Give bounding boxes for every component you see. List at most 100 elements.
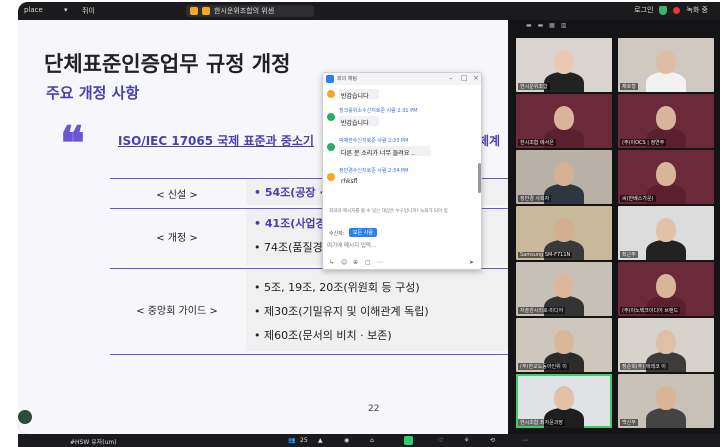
participant-name: 정만경 사회자 <box>518 195 552 202</box>
row-line: • 제30조(기밀유지 및 이해관계 독립) <box>254 305 429 318</box>
person-head <box>554 330 574 354</box>
participant-name: 정순희(주) 에레코 이 <box>620 363 668 370</box>
message-text: 반갑습니다 <box>341 93 369 100</box>
slide-heading: ISO/IEC 17065 국제 표준과 중소기 <box>118 134 314 148</box>
participant-count: 25 <box>300 437 308 444</box>
participant-name: 한시운위조합 <box>518 83 550 90</box>
video-tile[interactable]: (주)한교도동아인위 이 <box>516 318 612 372</box>
participant-name: (주)이노텍크이디어 브랜드 <box>620 307 681 314</box>
sender-name: 박채한수신지로준 사람 2:33 PM <box>339 138 409 144</box>
video-tile[interactable]: 채호형 <box>618 38 714 92</box>
refresh-icon[interactable]: ⟲ <box>490 437 495 444</box>
chat-window[interactable]: 회의 채팅 – □ × 반갑습니다 힐크롤위소수신지로준 사람 2:31 PM … <box>322 72 482 270</box>
divider <box>110 354 508 355</box>
app-label[interactable]: place <box>24 6 43 14</box>
row-line: • 74조(품질경 <box>254 241 323 254</box>
avatar <box>327 173 335 181</box>
participant-name: 자슬관시리로-미디어 <box>518 307 566 314</box>
participant-name: (주)한교도동아인위 이 <box>518 363 569 370</box>
sender-name: 힐크롤위소수신지로준 사람 2:31 PM <box>339 108 418 114</box>
participants-icon[interactable]: 👥 <box>288 437 295 444</box>
tab-label: 한시운위조합의 위센 <box>214 7 275 15</box>
reaction-icon[interactable]: ♡ <box>438 437 443 444</box>
close-icon[interactable]: × <box>473 74 479 82</box>
profile-label[interactable]: 쥐이 <box>82 6 95 16</box>
window-frame: place ▾ 쥐이 한시운위조합의 위센 로그인 녹화 중 단체표준인증업무 … <box>0 0 720 447</box>
avatar <box>327 143 335 151</box>
person-head <box>656 162 676 186</box>
participant-name: (주)이OCS | 정연주 <box>620 139 667 146</box>
attach-icon[interactable]: ⊕ <box>353 259 358 266</box>
video-tile[interactable]: (주)이OCS | 정연주 <box>618 94 714 148</box>
person-head <box>656 106 676 130</box>
meeting-tab[interactable]: 한시운위조합의 위센 <box>186 5 314 17</box>
chevron-down-icon[interactable]: ▾ <box>64 6 68 14</box>
chat-scrollbar[interactable] <box>478 163 481 193</box>
participant-name: Samsung SM-F711N <box>518 252 573 258</box>
gallery-controls[interactable]: ▬ ▬ ▦ ▥ <box>526 22 568 29</box>
avatar[interactable] <box>18 410 32 424</box>
quote-icon: ❝ <box>60 116 85 170</box>
row-line: • 54조(공장 · <box>254 186 324 199</box>
person-head <box>656 330 676 354</box>
row-label: < 중앙회 가이드 > <box>136 306 218 317</box>
person-head <box>554 218 574 242</box>
video-tile[interactable]: 최근주 <box>618 206 714 260</box>
record-icon[interactable]: ◉ <box>344 437 349 444</box>
emoji-icon[interactable]: ☺ <box>341 259 347 266</box>
person-head <box>554 50 574 74</box>
slide-subtitle: 주요 개정 사항 <box>46 84 140 102</box>
format-icon[interactable]: ↳ <box>329 259 334 266</box>
person-body <box>646 408 686 428</box>
share-screen-button[interactable] <box>404 436 413 445</box>
person-head <box>656 274 676 298</box>
send-icon[interactable]: ➤ <box>469 259 474 266</box>
video-tile[interactable]: 자슬관시리로-미디어 <box>516 262 612 316</box>
row-cell: • 5조, 19조, 20조(위원회 등 구성) • 제30조(기밀유지 및 이… <box>246 269 508 351</box>
video-gallery: ▬ ▬ ▦ ▥ 한시운위조합 채호형 한시조합 에서은 (주)이OCS | 정연주정만… <box>508 20 720 434</box>
more-icon[interactable]: ⋯ <box>377 259 383 266</box>
person-body <box>544 72 584 92</box>
video-tile[interactable]: (주)이노텍크이디어 브랜드 <box>618 262 714 316</box>
recipient-dropdown[interactable]: 모든 사람 <box>349 228 377 237</box>
row-line: • 5조, 19조, 20조(위원회 등 구성) <box>254 281 420 294</box>
recipient-label: 수신자: <box>329 231 345 237</box>
video-tile[interactable]: 정만경 사회자 <box>516 150 612 204</box>
apps-icon[interactable]: ⌂ <box>370 437 374 444</box>
message-text: 다른 분 소리가 너무 들려요 .. <box>341 150 416 157</box>
person-body <box>646 72 686 92</box>
video-tile[interactable]: 정순희(주) 에레코 이 <box>618 318 714 372</box>
whiteboard-icon[interactable]: ⚘ <box>464 437 469 444</box>
user-label[interactable]: #HSW 유자(um) <box>70 437 117 446</box>
person-head <box>656 218 676 242</box>
person-head <box>554 386 574 410</box>
table-row: < 중앙회 가이드 > • 5조, 19조, 20조(위원회 등 구성) • 제… <box>110 268 508 351</box>
video-tile[interactable]: 한시조합 에서은 <box>516 94 612 148</box>
login-label[interactable]: 로그인 <box>634 5 653 15</box>
chat-toolbar: ↳ ☺ ⊕ ▢ ⋯ ➤ <box>327 259 479 268</box>
participant-name: 한시조합 최자윤과장 <box>518 419 565 426</box>
row-line: • 제60조(문서의 비치 · 보존) <box>254 329 392 342</box>
minimize-icon[interactable]: – <box>449 74 453 82</box>
app-icon <box>190 7 198 15</box>
video-tile[interactable]: 백산부 <box>618 374 714 428</box>
share-icon[interactable]: ▲ <box>318 437 323 444</box>
screenshot-icon[interactable]: ▢ <box>365 259 371 266</box>
person-head <box>656 50 676 74</box>
video-tile[interactable]: 한시조합 최자윤과장 <box>516 374 612 428</box>
video-tile[interactable]: 한시운위조합 <box>516 38 612 92</box>
video-tile[interactable]: Samsung SM-F711N <box>516 206 612 260</box>
video-tile[interactable]: 씨(한베스가운) <box>618 150 714 204</box>
chat-header[interactable]: 회의 채팅 – □ × <box>323 73 481 85</box>
row-label: < 개정 > <box>156 233 198 244</box>
page-number: 22 <box>368 404 380 414</box>
row-line: • 41조(사업경 <box>254 217 326 230</box>
maximize-icon[interactable]: □ <box>461 74 468 82</box>
more-icon[interactable]: ⋯ <box>522 437 528 444</box>
app-icon <box>202 7 210 15</box>
avatar <box>327 113 335 121</box>
slide-title: 단체표준인증업무 규정 개정 <box>44 52 291 76</box>
shield-icon[interactable] <box>659 5 668 15</box>
chat-input[interactable] <box>327 241 477 251</box>
person-body <box>646 240 686 260</box>
